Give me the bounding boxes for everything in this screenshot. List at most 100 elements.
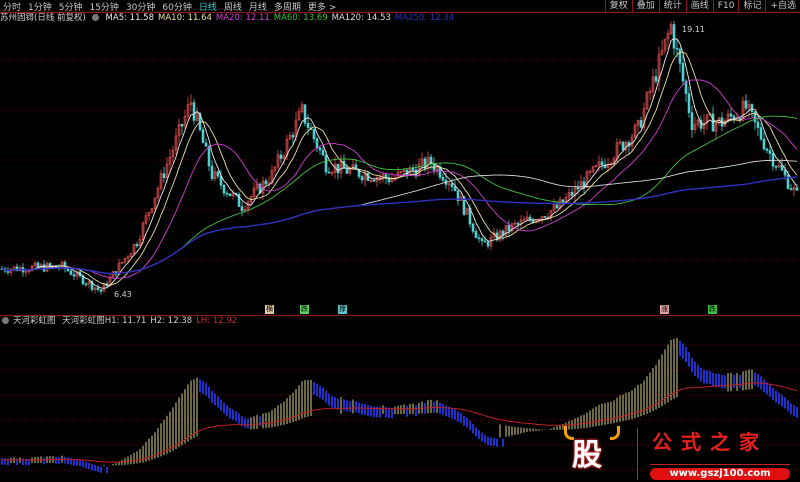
watermark-logo: 股 公式之家 www.gszj100.com bbox=[560, 424, 800, 482]
candle-body bbox=[96, 287, 100, 290]
candle-body bbox=[486, 241, 490, 247]
candle-body bbox=[690, 112, 694, 131]
candle-body bbox=[621, 141, 625, 151]
indicator-title: 天河彩虹图 bbox=[13, 316, 56, 326]
candle-body bbox=[201, 129, 205, 144]
candle-body bbox=[762, 138, 766, 150]
candle-body bbox=[681, 63, 685, 82]
candle-body bbox=[180, 123, 184, 127]
candle-body bbox=[672, 24, 676, 49]
candle-body bbox=[279, 154, 283, 159]
candle-body bbox=[303, 104, 307, 124]
candle-body bbox=[471, 223, 475, 232]
candle-body bbox=[135, 243, 139, 247]
candle-body bbox=[687, 93, 691, 113]
candle-body bbox=[570, 192, 574, 196]
candle-body bbox=[360, 176, 364, 181]
candle-body bbox=[210, 165, 214, 179]
candle-body bbox=[744, 100, 748, 109]
candle-body bbox=[99, 289, 103, 292]
candle-body bbox=[324, 154, 328, 173]
candle-body bbox=[483, 240, 487, 243]
signal-marker: 横 bbox=[265, 305, 274, 314]
candle-body bbox=[306, 122, 310, 129]
indicator-value: LH: 12.92 bbox=[196, 316, 238, 326]
candle-body bbox=[480, 238, 484, 242]
candle-body bbox=[345, 168, 349, 174]
signal-marker: 跌 bbox=[708, 305, 717, 314]
candle-body bbox=[555, 204, 559, 209]
candle-body bbox=[222, 184, 226, 194]
candle-body bbox=[516, 222, 520, 225]
candle-body bbox=[774, 166, 778, 168]
indicator-value: H2: 12.38 bbox=[150, 316, 193, 326]
ma250-line bbox=[1, 176, 798, 275]
candle-body bbox=[576, 186, 580, 190]
settings-icon[interactable] bbox=[2, 317, 9, 324]
candle-body bbox=[372, 179, 376, 182]
candle-body bbox=[759, 127, 763, 140]
candle-body bbox=[204, 142, 208, 147]
candle-body bbox=[327, 171, 331, 174]
candle-body bbox=[318, 147, 322, 151]
candle-body bbox=[507, 225, 511, 232]
ma20-line bbox=[1, 79, 798, 279]
signal-marker: 跌 bbox=[300, 305, 309, 314]
candle-body bbox=[756, 121, 760, 128]
low-label: 6.43 bbox=[114, 290, 132, 299]
candle-body bbox=[561, 199, 565, 203]
candle-body bbox=[225, 192, 229, 195]
candle-body bbox=[453, 186, 457, 192]
candle-body bbox=[474, 231, 478, 239]
ma5-line bbox=[1, 38, 798, 289]
candle-body bbox=[66, 268, 70, 272]
candle-body bbox=[654, 76, 658, 82]
candle-body bbox=[336, 163, 340, 174]
candle-body bbox=[321, 149, 325, 156]
candle-body bbox=[291, 134, 295, 138]
candle-body bbox=[69, 270, 73, 275]
logo-url: www.gszj100.com bbox=[650, 468, 790, 480]
logo-title: 公式之家 bbox=[652, 430, 768, 454]
candle-body bbox=[84, 283, 88, 286]
indicator-legend: 天河彩虹图 天河彩虹图H1: 11.71 H2: 12.38 LH: 12.92 bbox=[0, 316, 241, 327]
candle-body bbox=[528, 216, 532, 221]
candle-body bbox=[240, 206, 244, 212]
candle-body bbox=[750, 104, 754, 112]
kline-chart[interactable]: 19.11 6.43 bbox=[0, 0, 800, 482]
candle-body bbox=[216, 171, 220, 177]
indicator-value: 天河彩虹图H1: 11.71 bbox=[62, 316, 147, 326]
candle-body bbox=[783, 169, 787, 176]
candle-body bbox=[729, 113, 733, 117]
candle-body bbox=[600, 161, 604, 165]
candle-body bbox=[768, 150, 772, 154]
candle-body bbox=[228, 193, 232, 197]
candle-body bbox=[48, 263, 52, 267]
horn-icon bbox=[610, 426, 620, 440]
candle-body bbox=[477, 237, 481, 240]
candle-body bbox=[72, 274, 76, 277]
high-label: 19.11 bbox=[682, 25, 705, 34]
candle-body bbox=[789, 188, 793, 191]
signal-marker: 撑 bbox=[338, 305, 347, 314]
candle-body bbox=[414, 169, 418, 177]
ma10-line bbox=[1, 51, 798, 286]
candle-body bbox=[315, 138, 319, 149]
ma60-line bbox=[1, 115, 798, 274]
candle-body bbox=[795, 187, 799, 191]
candle-body bbox=[162, 173, 166, 179]
candle-body bbox=[441, 177, 445, 181]
candle-body bbox=[543, 216, 547, 218]
candle-body bbox=[639, 120, 643, 128]
candle-body bbox=[675, 47, 679, 50]
signal-marker: 涨 bbox=[660, 305, 669, 314]
candle-body bbox=[207, 145, 211, 167]
candle-body bbox=[678, 48, 682, 64]
candle-body bbox=[765, 148, 769, 151]
candle-body bbox=[264, 180, 268, 185]
candle-body bbox=[36, 262, 40, 268]
candle-body bbox=[450, 183, 454, 188]
candle-body bbox=[192, 102, 196, 121]
candle-body bbox=[312, 129, 316, 140]
logo-badge: 股 bbox=[572, 438, 602, 473]
